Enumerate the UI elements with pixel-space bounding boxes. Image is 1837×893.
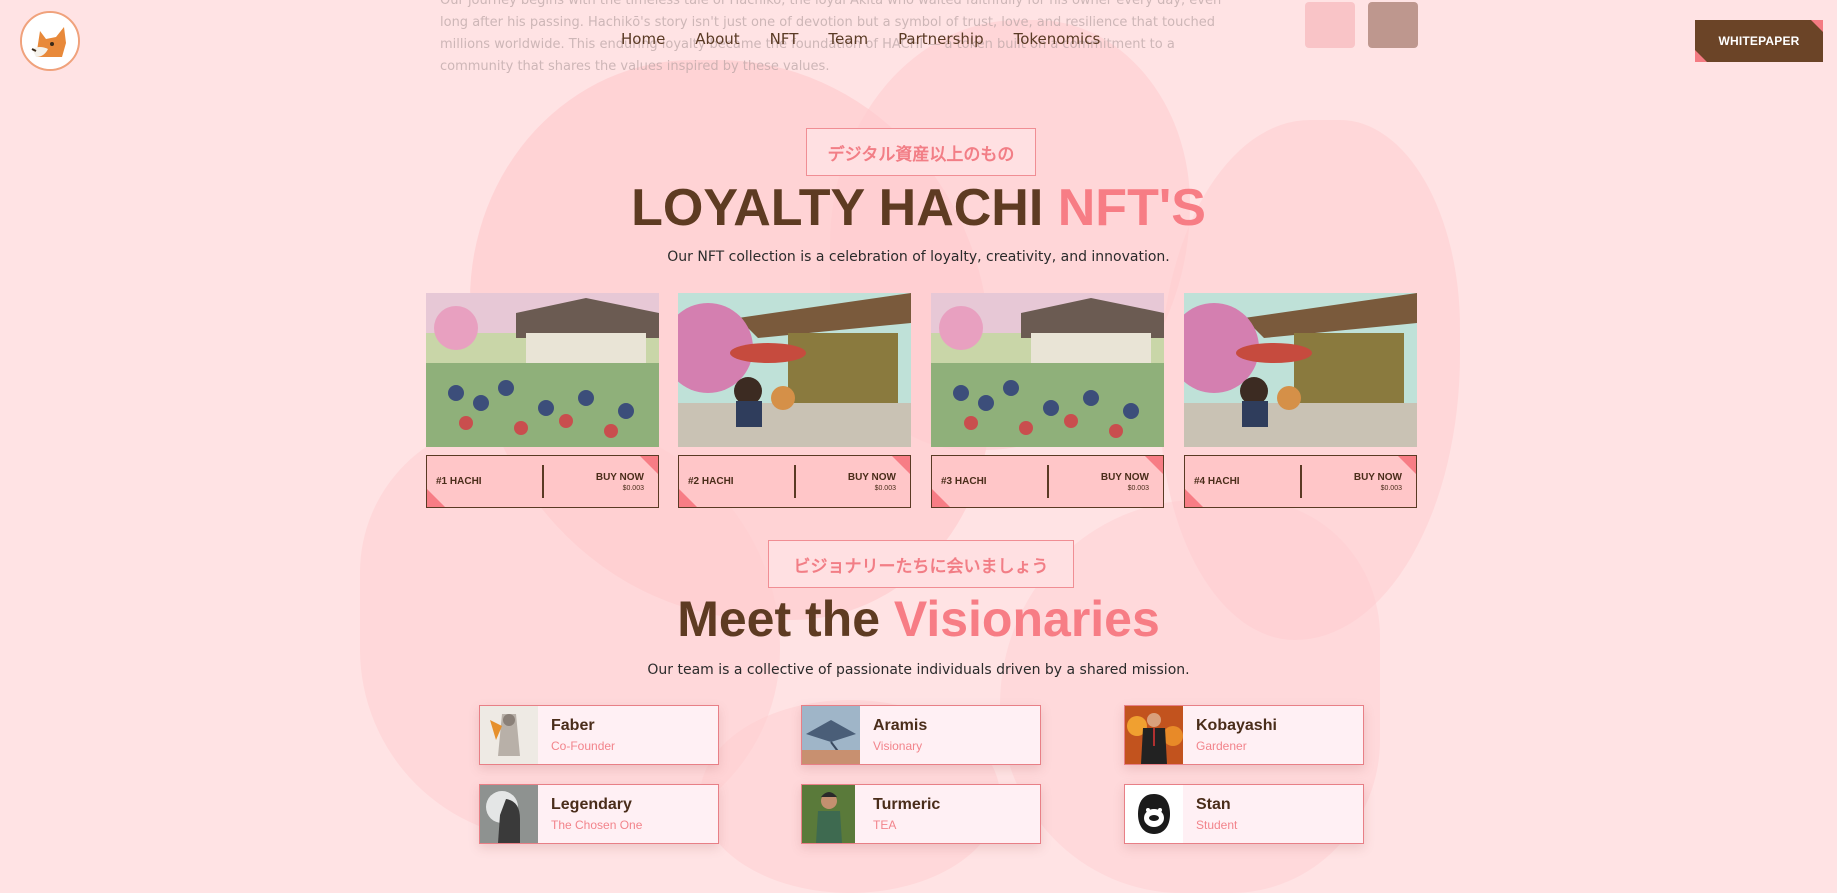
nav-partnership[interactable]: Partnership <box>898 30 984 48</box>
nav-home[interactable]: Home <box>621 30 665 48</box>
avatar <box>1125 785 1183 843</box>
nft-card-bar-2: #2 HACHI BUY NOW $0.003 <box>678 455 911 508</box>
nft-card-name: #4 HACHI <box>1194 476 1240 487</box>
team-card-faber[interactable]: Faber Co-Founder <box>479 705 719 765</box>
nav-tokenomics[interactable]: Tokenomics <box>1014 30 1101 48</box>
buy-now-label: BUY NOW <box>595 471 644 483</box>
team-member-role: Co-Founder <box>551 739 616 753</box>
team-card-legendary[interactable]: Legendary The Chosen One <box>479 784 719 844</box>
nft-section-title: LOYALTY HACHI NFT'S <box>0 178 1837 238</box>
nft-image-3[interactable] <box>931 293 1164 447</box>
team-member-role: The Chosen One <box>551 818 643 832</box>
nft-price: $0.003 <box>1127 484 1149 492</box>
team-member-name: Legendary <box>551 796 632 813</box>
nft-card-name: #2 HACHI <box>688 476 734 487</box>
nft-card-bar-3: #3 HACHI BUY NOW $0.003 <box>931 455 1164 508</box>
team-title-main: Meet the <box>677 591 894 647</box>
gorilla-icon <box>1138 794 1170 834</box>
nav-team[interactable]: Team <box>828 30 868 48</box>
nft-card-name: #1 HACHI <box>436 476 482 487</box>
nav-about[interactable]: About <box>695 30 739 48</box>
nft-price: $0.003 <box>622 484 644 492</box>
buy-now-button[interactable]: BUY NOW $0.003 <box>796 472 911 492</box>
nft-jp-tagline: デジタル資産以上のもの <box>806 128 1036 176</box>
team-member-role: TEA <box>873 818 897 832</box>
nft-card-bar-1: #1 HACHI BUY NOW $0.003 <box>426 455 659 508</box>
buy-now-button[interactable]: BUY NOW $0.003 <box>1302 472 1417 492</box>
team-title-accent: Visionaries <box>893 591 1160 647</box>
team-subtitle: Our team is a collective of passionate i… <box>647 662 1190 678</box>
team-card-stan[interactable]: Stan Student <box>1124 784 1364 844</box>
nft-card-bar-4: #4 HACHI BUY NOW $0.003 <box>1184 455 1417 508</box>
team-member-name: Aramis <box>873 717 928 734</box>
team-member-role: Visionary <box>873 739 923 753</box>
nft-price: $0.003 <box>1380 484 1402 492</box>
team-member-role: Student <box>1196 818 1238 832</box>
team-member-role: Gardener <box>1196 739 1247 753</box>
avatar <box>1125 706 1183 764</box>
main-nav: Home About NFT Team Partnership Tokenomi… <box>621 30 1100 48</box>
team-member-name: Kobayashi <box>1196 717 1277 734</box>
nft-subtitle: Our NFT collection is a celebration of l… <box>667 249 1170 265</box>
nft-image-1[interactable] <box>426 293 659 447</box>
nft-image-4[interactable] <box>1184 293 1417 447</box>
nft-title-accent: NFT'S <box>1057 179 1206 237</box>
avatar <box>480 785 538 843</box>
nft-card-name: #3 HACHI <box>941 476 987 487</box>
team-section-title: Meet the Visionaries <box>0 590 1837 648</box>
team-member-name: Faber <box>551 717 595 734</box>
whitepaper-button[interactable]: WHITEPAPER <box>1695 20 1823 62</box>
team-card-aramis[interactable]: Aramis Visionary <box>801 705 1041 765</box>
buy-now-label: BUY NOW <box>847 471 896 483</box>
carousel-prev-button <box>1305 2 1355 48</box>
avatar <box>480 706 538 764</box>
carousel-next-button <box>1368 2 1418 48</box>
team-card-kobayashi[interactable]: Kobayashi Gardener <box>1124 705 1364 765</box>
team-card-turmeric[interactable]: Turmeric TEA <box>801 784 1041 844</box>
team-member-name: Turmeric <box>873 796 941 813</box>
shiba-dog-icon <box>22 13 78 69</box>
buy-now-button[interactable]: BUY NOW $0.003 <box>1049 472 1164 492</box>
team-member-name: Stan <box>1196 796 1231 813</box>
avatar <box>802 706 860 764</box>
buy-now-label: BUY NOW <box>1100 471 1149 483</box>
team-jp-tagline: ビジョナリーたちに会いましょう <box>768 540 1074 588</box>
buy-now-button[interactable]: BUY NOW $0.003 <box>544 472 659 492</box>
avatar <box>802 785 860 843</box>
nft-image-2[interactable] <box>678 293 911 447</box>
nft-price: $0.003 <box>874 484 896 492</box>
buy-now-label: BUY NOW <box>1353 471 1402 483</box>
hachi-logo[interactable] <box>20 11 80 71</box>
nft-title-main: LOYALTY HACHI <box>631 179 1058 237</box>
nav-nft[interactable]: NFT <box>770 30 799 48</box>
